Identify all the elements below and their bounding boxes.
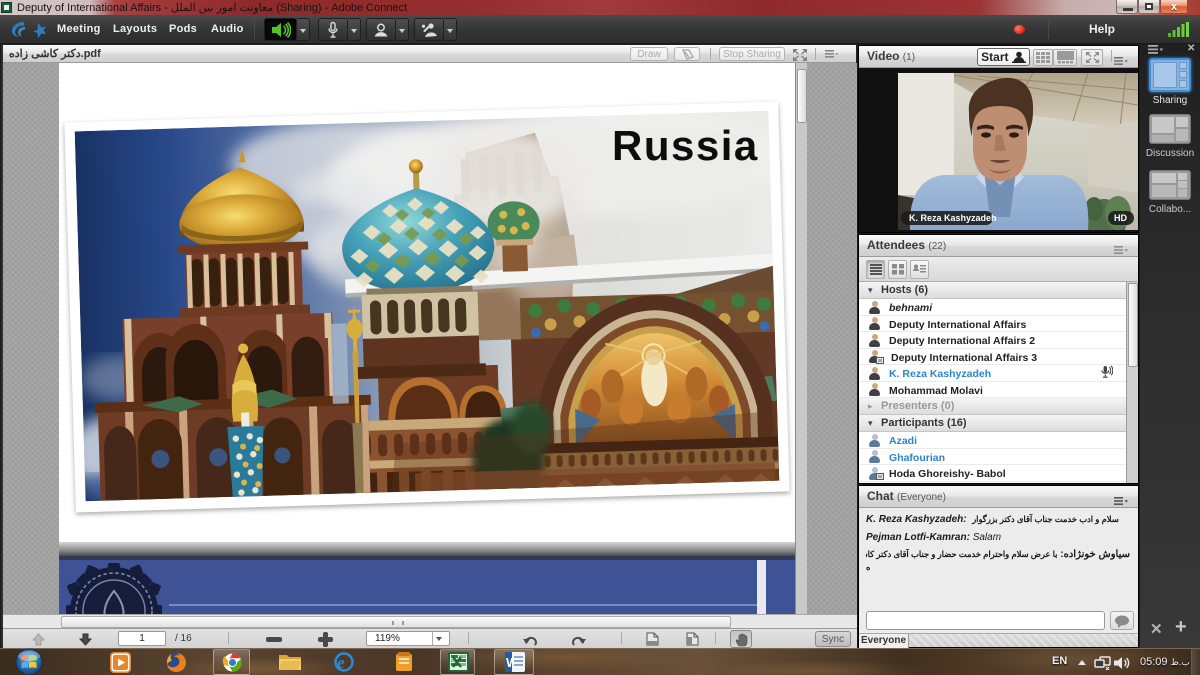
svg-text:HD: HD — [1114, 213, 1127, 223]
svg-text:e: e — [337, 653, 345, 672]
svg-text:K. Reza Kashyzadeh: K. Reza Kashyzadeh — [909, 213, 997, 223]
